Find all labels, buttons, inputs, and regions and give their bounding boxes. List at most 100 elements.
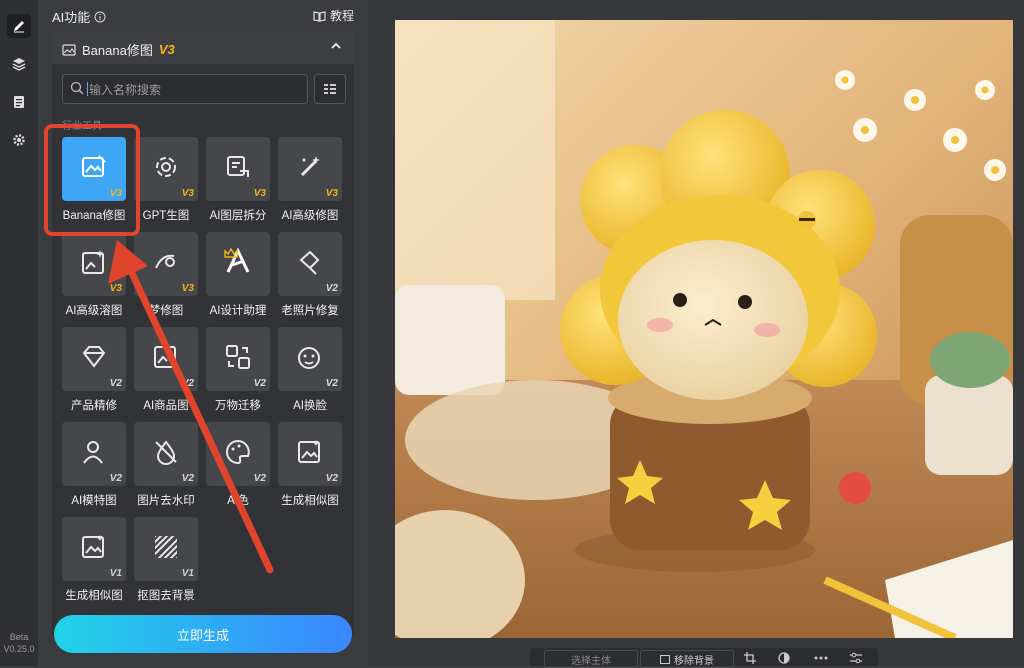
tool-label: 产品精修 [71, 400, 117, 412]
tool-label: AI设计助理 [209, 305, 267, 317]
tool-label: 老照片修复 [281, 305, 339, 317]
image-icon [660, 654, 670, 664]
subpanel-header[interactable]: Banana修图 V3 [52, 32, 354, 64]
generate-button[interactable]: 立即生成 [54, 615, 352, 653]
face-icon [298, 347, 320, 369]
magic-wand-icon [300, 156, 320, 177]
tool-label: A 色 [227, 495, 249, 507]
tool-label: 图片去水印 [137, 495, 195, 507]
remove-watermark-icon [155, 440, 177, 465]
version-beta: Beta [9, 632, 29, 642]
tool-remove-background[interactable]: V1 [134, 517, 198, 581]
list-view-button[interactable] [314, 74, 346, 104]
highlight-box [44, 124, 140, 236]
pencil-icon[interactable] [7, 14, 31, 38]
product-image-icon [154, 346, 176, 368]
tool-search-input[interactable]: 输入名称搜索 [62, 74, 308, 104]
tool-face-swap[interactable]: V2 [278, 327, 342, 391]
tool-badge: V1 [181, 568, 194, 579]
tool-label: AI商品图 [143, 400, 189, 412]
transfer-icon [226, 345, 250, 369]
panel-title: AI功能 [52, 7, 106, 26]
tutorial-label: 教程 [329, 9, 354, 23]
tool-product-refine[interactable]: V2 [62, 327, 126, 391]
version-number: V0.25.0 [3, 644, 35, 654]
tool-badge: V2 [109, 378, 122, 389]
document-icon[interactable] [7, 90, 31, 114]
tool-similar-image-v1[interactable]: V1 [62, 517, 126, 581]
tool-design-assistant[interactable] [206, 232, 270, 296]
tool-badge: V2 [325, 283, 338, 294]
tool-photo-restore[interactable]: V2 [278, 232, 342, 296]
chevron-up-icon[interactable] [330, 40, 342, 52]
tool-badge: V3 [253, 188, 266, 199]
book-icon [313, 10, 326, 22]
image-icon [62, 43, 76, 56]
diamond-icon [82, 346, 106, 368]
select-subject-label: 选择主体 [571, 655, 611, 667]
tool-badge: V3 [109, 283, 122, 294]
text-cursor [87, 82, 88, 96]
tool-object-transfer[interactable]: V2 [206, 327, 270, 391]
tool-badge: V3 [325, 188, 338, 199]
tool-ai-color[interactable]: V2 [206, 422, 270, 486]
tool-label: GPT生图 [142, 210, 190, 222]
tutorial-link[interactable]: 教程 [313, 7, 354, 24]
image-blend-icon [82, 250, 104, 274]
contrast-icon[interactable] [778, 650, 790, 666]
info-icon[interactable] [94, 11, 106, 23]
select-subject-button[interactable]: 选择主体 [544, 650, 638, 668]
tool-badge: V3 [181, 283, 194, 294]
tool-rail: Beta V0.25.0 [0, 0, 39, 666]
tool-similar-image-v2[interactable]: V2 [278, 422, 342, 486]
tool-label: AI模特图 [71, 495, 117, 507]
panel-title-text: AI功能 [52, 10, 91, 25]
openai-icon [156, 157, 176, 177]
tool-label: 万物迁移 [215, 400, 261, 412]
crop-icon[interactable] [744, 650, 756, 666]
tool-badge: V2 [253, 473, 266, 484]
search-icon [70, 81, 84, 95]
tool-badge: V2 [325, 473, 338, 484]
tool-label: AI高级修图 [281, 210, 339, 222]
remove-bg-icon [155, 536, 177, 558]
model-icon [83, 441, 103, 464]
tool-badge: V2 [181, 473, 194, 484]
photo-restore-icon [299, 250, 320, 275]
tool-label: AI换脸 [293, 400, 327, 412]
adjust-icon[interactable] [850, 650, 862, 666]
ai-function-panel: AI功能 教程 Banana修图 V3 输入名称搜索 行业工具 V3 Banan… [38, 0, 368, 666]
tool-badge: V2 [325, 378, 338, 389]
tool-advanced-edit[interactable]: V3 [278, 137, 342, 201]
tool-dream-edit[interactable]: V3 [134, 232, 198, 296]
similar-image-icon [82, 535, 104, 558]
tool-gpt-image[interactable]: V3 [134, 137, 198, 201]
tool-advanced-blend[interactable]: V3 [62, 232, 126, 296]
layer-split-icon [227, 156, 249, 177]
tool-label: AI高级溶图 [65, 305, 123, 317]
subpanel-badge: V3 [158, 42, 175, 57]
preview-image[interactable] [395, 20, 1013, 638]
layers-icon[interactable] [7, 52, 31, 76]
tool-badge: V1 [109, 568, 122, 579]
tool-label: AI图层拆分 [209, 210, 267, 222]
gear-icon[interactable] [7, 128, 31, 152]
tool-model-image[interactable]: V2 [62, 422, 126, 486]
tool-label: 抠图去背景 [137, 590, 195, 602]
search-placeholder: 输入名称搜索 [89, 83, 162, 97]
tool-layer-split[interactable]: V3 [206, 137, 270, 201]
list-icon [324, 84, 336, 94]
tool-remove-watermark[interactable]: V2 [134, 422, 198, 486]
tool-product-image[interactable]: V2 [134, 327, 198, 391]
tool-label: 梦修图 [148, 305, 184, 317]
tool-badge: V2 [253, 378, 266, 389]
tool-label: 生成相似图 [281, 495, 339, 507]
tool-badge: V2 [181, 378, 194, 389]
tool-badge: V3 [181, 188, 194, 199]
crown-icon [224, 248, 238, 258]
canvas-bottom-toolbar: 选择主体 移除背景 [530, 648, 878, 668]
more-icon[interactable] [814, 650, 828, 666]
remove-background-button[interactable]: 移除背景 [640, 650, 734, 668]
tool-badge: V2 [109, 473, 122, 484]
tool-label: 生成相似图 [65, 590, 123, 602]
